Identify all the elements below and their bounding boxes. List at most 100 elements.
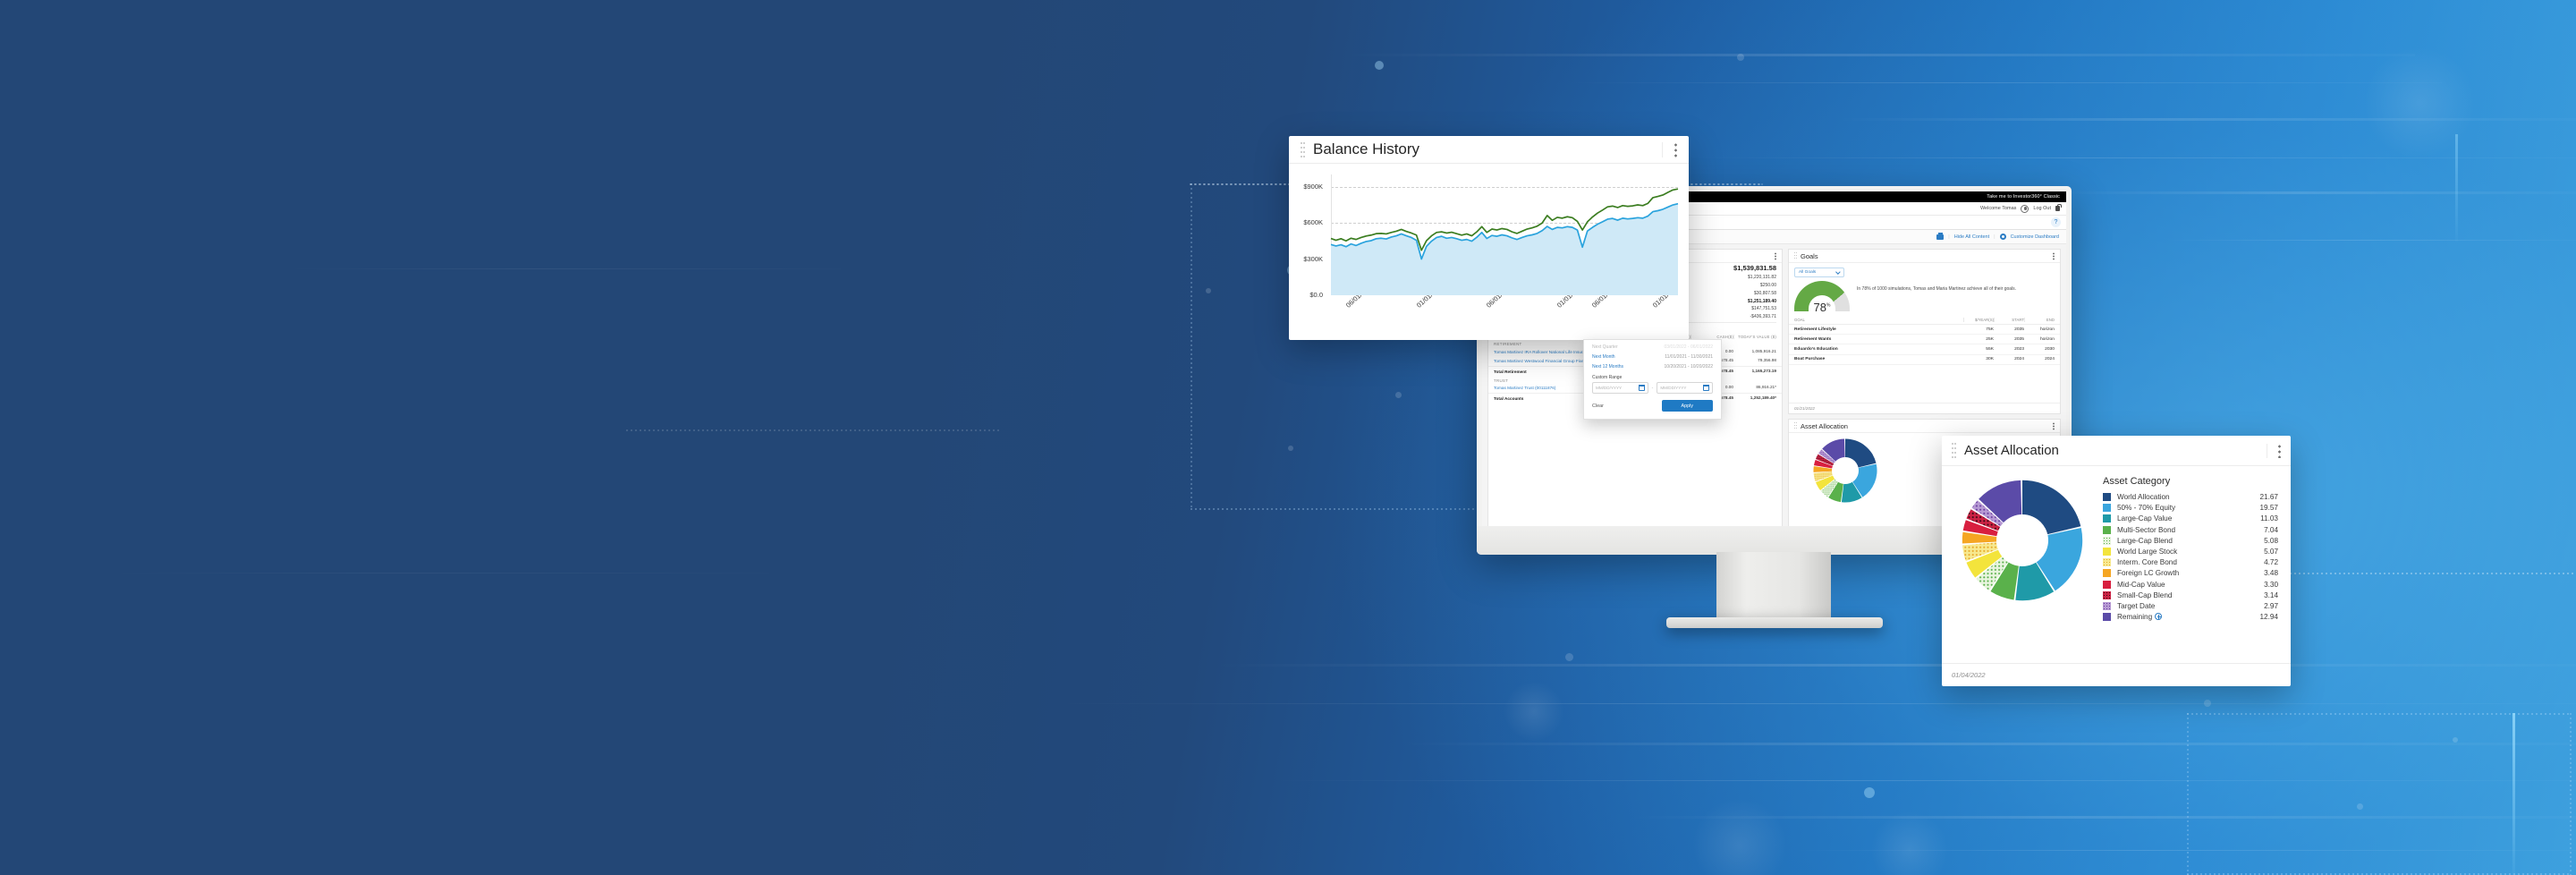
balance-history-series	[1330, 188, 1679, 295]
lock-icon	[2055, 204, 2062, 211]
legend-value: 3.30	[2264, 580, 2278, 589]
account-value: 1,165,273.19	[1751, 369, 1776, 374]
legend-swatch	[2103, 525, 2111, 534]
legend-swatch	[2103, 514, 2111, 523]
kebab-menu-icon[interactable]	[2053, 421, 2055, 430]
legend-label: Target Date	[2117, 601, 2156, 610]
legend-label: World Large Stock	[2117, 547, 2178, 556]
expand-icon[interactable]	[2155, 613, 2163, 621]
gear-icon[interactable]	[1999, 234, 2006, 240]
goal-start: 2035	[2014, 336, 2024, 342]
hide-all-content-link[interactable]: Hide All Content	[1954, 234, 1989, 240]
goal-row[interactable]: Retirement Lifestyle 75K 2035 horizon	[1789, 325, 2060, 336]
legend-row[interactable]: Large-Cap Blend 5.08	[2103, 536, 2278, 545]
legend-value: 11.03	[2260, 514, 2278, 523]
apply-button[interactable]: Apply	[1661, 400, 1713, 412]
drag-handle-icon[interactable]	[1952, 443, 1956, 458]
calendar-icon[interactable]	[1638, 385, 1645, 392]
drag-handle-icon[interactable]	[1794, 251, 1797, 260]
col-end: END	[2024, 318, 2055, 322]
legend-swatch	[2103, 536, 2111, 545]
asset-allocation-donut	[1960, 478, 2085, 603]
legend-row[interactable]: Interm. Core Bond 4.72	[2103, 558, 2278, 567]
account-value: 86,916.21*	[1756, 385, 1776, 390]
date-to-field[interactable]: MM/DD/YYYY	[1657, 382, 1714, 395]
legend-row[interactable]: Small-Cap Blend 3.14	[2103, 590, 2278, 599]
legend-value: 4.72	[2264, 558, 2278, 567]
balance-history-card: Balance History $0.0 $300K $600K $900K 06/01…	[1289, 136, 1689, 340]
background-vertical-line	[2512, 713, 2515, 875]
summary-value: $1,539,831.58	[1733, 264, 1776, 273]
goal-amount: 30K	[1986, 357, 1994, 362]
kebab-menu-icon[interactable]	[1662, 141, 1677, 157]
help-icon[interactable]: ?	[2051, 217, 2061, 227]
calendar-icon[interactable]	[1703, 385, 1710, 392]
goal-end: horizon	[2039, 327, 2055, 332]
legend-row[interactable]: 50% - 70% Equity 19.57	[2103, 504, 2279, 513]
date-to-placeholder: MM/DD/YYYY	[1660, 386, 1687, 391]
monitor-neck	[1716, 552, 1831, 623]
goal-amount: 55K	[1986, 346, 1994, 352]
goals-description: In 78% of 1000 simulations, Tomas and Ma…	[1857, 286, 2017, 292]
summary-value: $30,807.58	[1753, 290, 1776, 296]
drag-handle-icon[interactable]	[1794, 421, 1797, 430]
kebab-menu-icon[interactable]	[2267, 443, 2281, 458]
goal-row[interactable]: Boat Purchase 30K 2024 2024	[1789, 355, 2060, 365]
legend-row[interactable]: Multi-Sector Bond 7.04	[2103, 525, 2278, 534]
legend-row[interactable]: Remaining 12.94	[2103, 613, 2278, 622]
goals-filter-value: All Goals	[1799, 270, 1817, 275]
legend-value: 21.67	[2259, 493, 2279, 501]
goal-name: Boat Purchase	[1794, 357, 1826, 362]
date-from-field[interactable]: MM/DD/YYYY	[1592, 382, 1648, 395]
legend-value: 3.48	[2264, 569, 2278, 578]
option-label: Next 12 Months	[1592, 363, 1624, 370]
goal-name: Retirement Wants	[1794, 336, 1832, 342]
goal-row[interactable]: Eduardo's Education 55K 2023 2030	[1789, 344, 2060, 355]
legend-value: 5.08	[2264, 536, 2278, 545]
customize-dashboard-link[interactable]: Customize Dashboard	[2011, 234, 2059, 240]
legend-value: 19.57	[2259, 504, 2279, 513]
goal-end: 2030	[2045, 346, 2055, 352]
avatar[interactable]	[2021, 204, 2029, 213]
col-start: START	[1994, 318, 2024, 322]
chevron-down-icon	[1835, 268, 1841, 275]
summary-value: $147,751.53	[1751, 306, 1776, 312]
legend-swatch	[2103, 590, 2111, 599]
welcome-text: Welcome Tomas	[1979, 206, 2017, 211]
legend-row[interactable]: Large-Cap Value 11.03	[2103, 514, 2278, 523]
goal-end: 2024	[2045, 357, 2055, 362]
legend-swatch	[2103, 493, 2111, 501]
goals-filter-select[interactable]: All Goals	[1794, 268, 1844, 277]
legend-swatch	[2103, 547, 2111, 556]
logout-link[interactable]: Log Out	[2033, 206, 2051, 211]
summary-value: $1,220,131.82	[1748, 275, 1776, 281]
kebab-menu-icon[interactable]	[1775, 251, 1776, 260]
clear-button[interactable]: Clear	[1592, 404, 1604, 409]
kebab-menu-icon[interactable]	[2053, 251, 2055, 260]
area-fill	[1331, 203, 1678, 295]
drag-handle-icon[interactable]	[1301, 141, 1305, 157]
classic-link[interactable]: Take me to Investor360° Classic	[1987, 194, 2060, 200]
gauge-value: 78%	[1813, 301, 1831, 314]
date-range-dropdown[interactable]: Next Quarter 03/01/2022 - 06/01/2022 Next …	[1583, 339, 1722, 421]
legend-row[interactable]: World Allocation 21.67	[2103, 493, 2278, 501]
date-range-option[interactable]: Next 12 Months 10/20/2021 - 10/20/2022	[1584, 362, 1721, 372]
goal-amount: 75K	[1986, 327, 1994, 332]
legend-row[interactable]: Foreign LC Growth 3.48	[2103, 569, 2278, 578]
background-vertical-line-2	[2455, 134, 2458, 242]
goals-card: Goals All Goals 78% In 78% of 1000 simul…	[1788, 249, 2061, 414]
print-icon[interactable]	[1936, 232, 1945, 240]
date-range-option[interactable]: Next Quarter 03/01/2022 - 06/01/2022	[1584, 343, 1721, 353]
asset-allocation-donut-wrap	[1942, 472, 2103, 662]
goals-table-head: GOAL $/YEAR(S) START END	[1789, 315, 2060, 325]
asset-allocation-header: Asset Allocation	[1942, 436, 2291, 466]
option-label: Next Month	[1592, 354, 1615, 361]
goal-start: 2023	[2014, 346, 2024, 352]
date-range-option[interactable]: Next Month 11/01/2021 - 11/30/2021	[1584, 353, 1721, 362]
asset-allocation-legend: Asset Category World Allocation 21.67 50% …	[2103, 472, 2291, 662]
legend-row[interactable]: Mid-Cap Value 3.30	[2103, 580, 2278, 589]
account-value: 79,356.98	[1758, 358, 1776, 363]
goal-row[interactable]: Retirement Wants 25K 2035 horizon	[1789, 335, 2060, 345]
legend-row[interactable]: World Large Stock 5.07	[2103, 547, 2278, 556]
legend-row[interactable]: Target Date 2.97	[2103, 601, 2278, 610]
